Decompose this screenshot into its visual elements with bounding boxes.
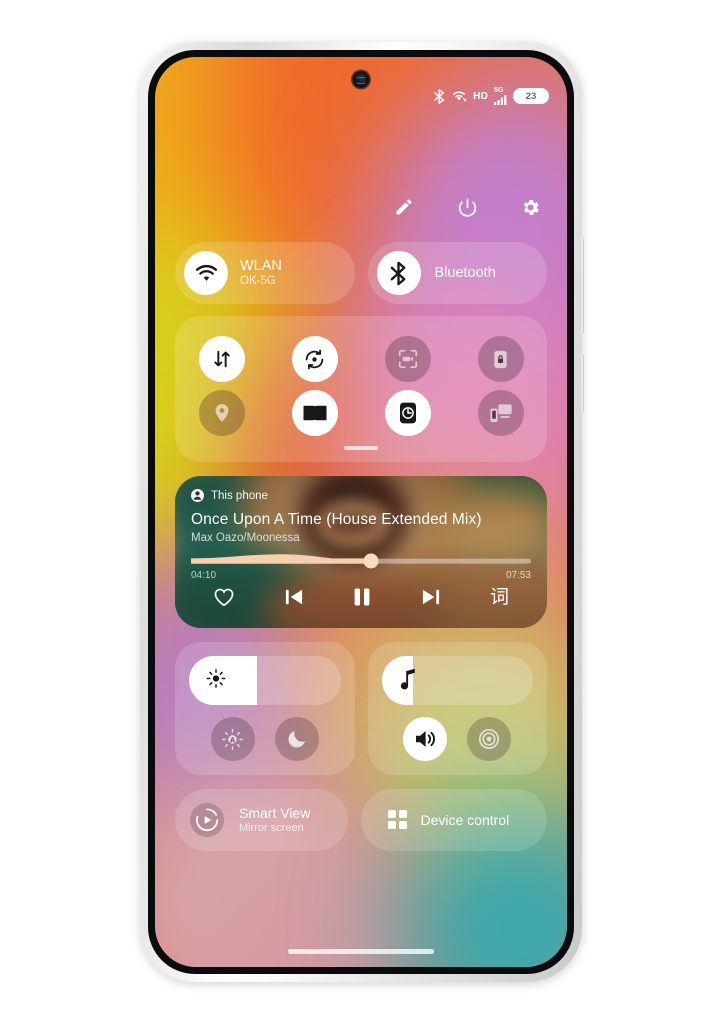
vibration-button[interactable] — [467, 717, 512, 761]
wlan-text: WLAN OK-5G — [240, 258, 282, 288]
lyrics-button[interactable]: 词 — [490, 587, 509, 607]
media-duration: 07:53 — [505, 570, 531, 581]
bottom-row: Smart View Mirror screen Device control — [175, 789, 547, 851]
media-source-label: This phone — [211, 489, 268, 502]
brightness-buttons: A — [189, 717, 341, 761]
hd-icon: HD — [473, 90, 488, 102]
screen-lock-toggle[interactable] — [477, 336, 524, 382]
phone-device-frame: HD 5G 23 WLAN OK-5G Bluetooth This phone… — [140, 42, 584, 982]
brightness-card: A — [175, 642, 355, 775]
previous-button[interactable] — [284, 588, 304, 606]
power-hardware-button[interactable] — [580, 354, 584, 412]
brightness-icon — [205, 667, 227, 694]
bluetooth-icon — [376, 251, 421, 295]
svg-text:A: A — [230, 736, 235, 744]
toggle-grid — [175, 316, 547, 462]
volume-buttons — [382, 717, 534, 761]
toggle-row-1 — [175, 332, 547, 386]
connectivity-row: WLAN OK-5G Bluetooth — [175, 242, 547, 304]
wlan-subtitle: OK-5G — [240, 275, 276, 288]
media-elapsed: 04:10 — [191, 570, 217, 581]
cast-play-icon — [187, 800, 227, 840]
screen-recorder-toggle[interactable] — [384, 336, 431, 382]
volume-hardware-button[interactable] — [580, 238, 584, 334]
smart-view-title: Smart View — [239, 805, 311, 822]
home-indicator[interactable] — [288, 949, 434, 954]
volume-card — [367, 642, 547, 775]
device-control-tile[interactable]: Device control — [360, 789, 547, 851]
grid-dots-icon — [387, 800, 409, 840]
media-title: Once Upon A Time (House Extended Mix) — [191, 511, 482, 528]
toggle-row-2 — [175, 386, 547, 440]
location-toggle[interactable] — [198, 390, 245, 436]
wifi-icon — [451, 89, 467, 103]
power-button[interactable] — [450, 190, 484, 224]
favorite-button[interactable] — [213, 587, 235, 607]
media-source[interactable]: This phone — [191, 489, 531, 502]
media-progress-slider[interactable] — [191, 553, 531, 569]
link-to-devices-toggle[interactable] — [477, 390, 524, 436]
media-artist: Max Oazo/Moonessa — [191, 532, 300, 544]
device-icon — [191, 489, 204, 502]
music-note-icon — [398, 667, 418, 694]
night-mode-button[interactable] — [274, 717, 319, 761]
wlan-tile[interactable]: WLAN OK-5G — [175, 242, 355, 304]
device-control-title: Device control — [420, 811, 510, 828]
device-control-text: Device control — [421, 812, 510, 828]
auto-brightness-button[interactable]: A — [210, 717, 255, 761]
brightness-slider[interactable] — [189, 656, 341, 705]
smart-view-text: Smart View Mirror screen — [239, 805, 310, 835]
bluetooth-tile[interactable]: Bluetooth — [367, 242, 547, 304]
front-camera — [352, 71, 370, 88]
media-player-card[interactable]: This phone Once Upon A Time (House Exten… — [175, 476, 547, 628]
media-content: This phone Once Upon A Time (House Exten… — [175, 476, 547, 628]
battery-indicator: 23 — [513, 88, 549, 104]
panel-drag-handle[interactable] — [344, 446, 378, 450]
media-controls: 词 — [191, 587, 531, 607]
bluetooth-title: Bluetooth — [434, 265, 496, 281]
phone-screen: HD 5G 23 WLAN OK-5G Bluetooth This phone… — [155, 57, 567, 967]
dolby-atmos-toggle[interactable] — [291, 390, 338, 436]
smart-view-tile[interactable]: Smart View Mirror screen — [175, 789, 348, 851]
bluetooth-icon — [434, 88, 445, 104]
mobile-data-toggle[interactable] — [198, 336, 245, 382]
signal-5g-icon: 5G — [494, 87, 507, 105]
volume-slider[interactable] — [381, 656, 533, 705]
edit-button[interactable] — [387, 190, 421, 224]
phone-bezel: HD 5G 23 WLAN OK-5G Bluetooth This phone… — [148, 50, 574, 974]
wlan-title: WLAN — [240, 257, 282, 274]
sound-mode-button[interactable] — [403, 717, 448, 761]
auto-sync-toggle[interactable] — [291, 336, 338, 382]
settings-button[interactable] — [513, 190, 547, 224]
progress-thumb[interactable] — [363, 553, 379, 569]
pause-button[interactable] — [353, 587, 371, 607]
quick-settings-actions — [387, 187, 547, 227]
media-times: 04:10 07:53 — [191, 570, 531, 581]
quick-settings-panel: WLAN OK-5G Bluetooth This phone Once Upo… — [175, 242, 547, 851]
sliders-row: A — [175, 642, 547, 775]
status-bar: HD 5G 23 — [434, 87, 549, 105]
always-on-display-toggle[interactable] — [384, 390, 431, 436]
smart-view-subtitle: Mirror screen — [239, 822, 304, 835]
next-button[interactable] — [421, 588, 441, 606]
wifi-icon — [184, 251, 228, 295]
